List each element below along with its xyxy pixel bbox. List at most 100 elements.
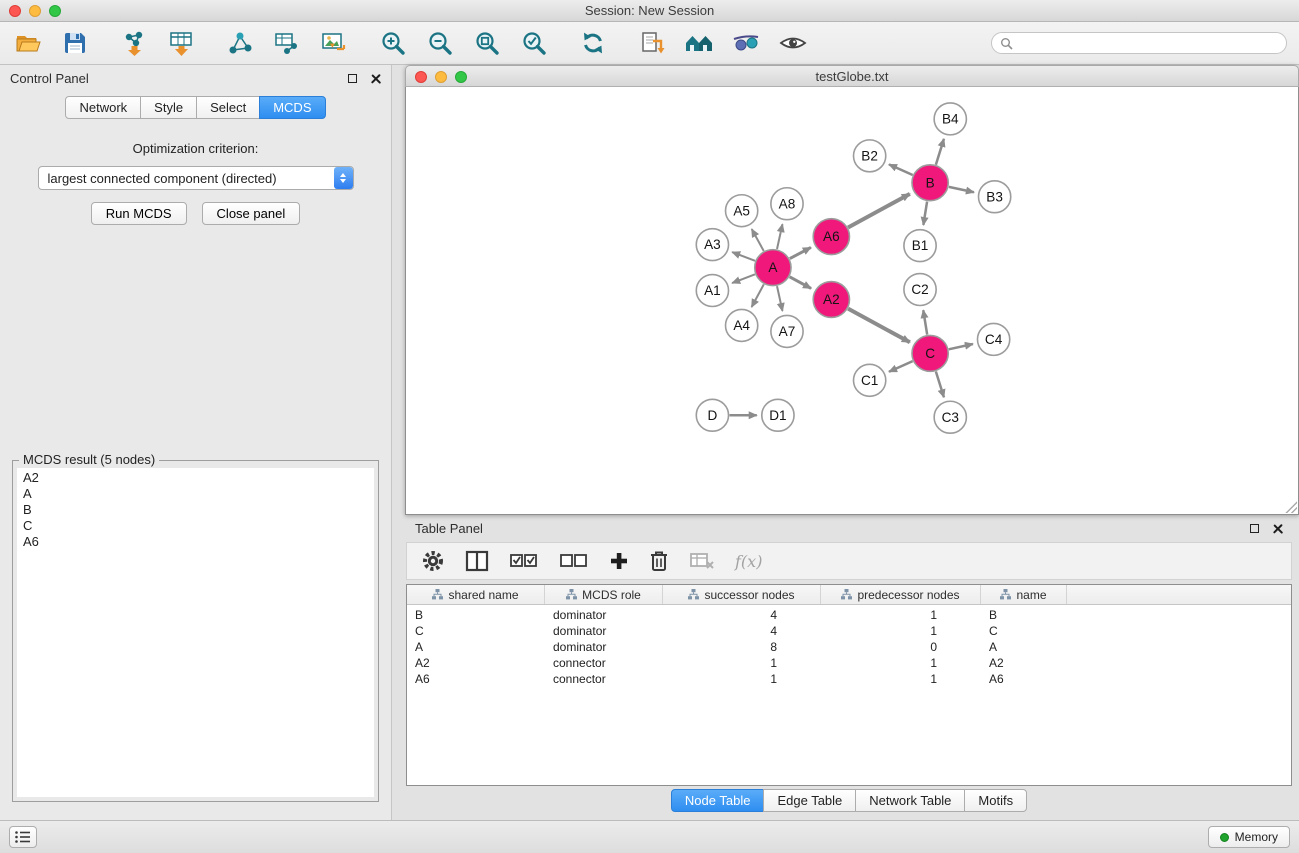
table-cell[interactable]: C — [407, 624, 545, 638]
network-edge[interactable] — [790, 247, 811, 258]
function-builder-button[interactable]: f(x) — [735, 552, 762, 571]
table-cell[interactable]: 8 — [663, 640, 821, 654]
table-cell[interactable]: dominator — [545, 608, 663, 622]
zoom-out-button[interactable] — [424, 27, 456, 59]
float-panel-icon[interactable] — [348, 74, 357, 83]
close-panel-button[interactable]: Close panel — [202, 202, 301, 225]
zoom-network-window-button[interactable] — [455, 71, 467, 83]
deselect-all-button[interactable] — [559, 551, 589, 571]
network-edge[interactable] — [889, 164, 913, 175]
table-cell[interactable]: A2 — [981, 656, 1067, 670]
mcds-result-item[interactable]: C — [23, 518, 368, 534]
network-node[interactable]: A1 — [696, 275, 728, 307]
network-edge[interactable] — [889, 361, 913, 372]
network-graph[interactable]: B4B2BB3A5A8A6B1A3AA1C2A2A4A7C4CC1C3DD1 — [406, 87, 1298, 514]
delete-row-button[interactable] — [649, 549, 669, 573]
apply-layout-button[interactable] — [577, 27, 609, 59]
close-table-panel-icon[interactable] — [1272, 523, 1283, 534]
table-cell[interactable]: B — [981, 608, 1067, 622]
zoom-fit-button[interactable] — [471, 27, 503, 59]
network-node[interactable]: C — [912, 335, 948, 371]
tab-node-table[interactable]: Node Table — [671, 789, 765, 812]
tab-style[interactable]: Style — [140, 96, 197, 119]
network-node[interactable]: A8 — [771, 188, 803, 220]
tab-select[interactable]: Select — [196, 96, 260, 119]
column-header[interactable]: successor nodes — [663, 585, 821, 604]
network-edge[interactable] — [936, 139, 944, 165]
float-table-panel-icon[interactable] — [1250, 524, 1259, 533]
column-header[interactable]: shared name — [407, 585, 545, 604]
search-input[interactable] — [1018, 36, 1278, 50]
table-cell[interactable]: C — [981, 624, 1067, 638]
network-node[interactable]: D1 — [762, 399, 794, 431]
network-node[interactable]: B1 — [904, 230, 936, 262]
network-edge[interactable] — [777, 224, 782, 249]
network-snapshot-button[interactable] — [636, 27, 668, 59]
table-cell[interactable]: A6 — [407, 672, 545, 686]
network-edge[interactable] — [848, 194, 910, 228]
network-edge[interactable] — [732, 252, 755, 261]
network-edge[interactable] — [752, 284, 764, 307]
table-cell[interactable]: 1 — [821, 624, 981, 638]
network-edge[interactable] — [936, 371, 944, 397]
optimization-criterion-dropdown[interactable]: largest connected component (directed) — [38, 166, 354, 190]
table-row[interactable]: Cdominator41C — [407, 623, 1291, 639]
close-network-window-button[interactable] — [415, 71, 427, 83]
table-cell[interactable]: 1 — [821, 672, 981, 686]
network-node[interactable]: A2 — [813, 282, 849, 318]
network-edge[interactable] — [752, 229, 764, 251]
network-node[interactable]: A — [755, 250, 791, 286]
mcds-result-item[interactable]: A6 — [23, 534, 368, 550]
style-glasses-button[interactable] — [730, 27, 762, 59]
tab-network-table[interactable]: Network Table — [855, 789, 965, 812]
close-panel-icon[interactable] — [370, 73, 381, 84]
network-canvas[interactable]: B4B2BB3A5A8A6B1A3AA1C2A2A4A7C4CC1C3DD1 — [405, 87, 1299, 515]
table-cell[interactable]: A2 — [407, 656, 545, 670]
network-node[interactable]: A3 — [696, 229, 728, 261]
birdseye-home-button[interactable] — [683, 27, 715, 59]
resize-grip[interactable] — [1284, 500, 1297, 513]
zoom-window-button[interactable] — [49, 5, 61, 17]
table-cell[interactable]: 4 — [663, 608, 821, 622]
table-cell[interactable]: A — [407, 640, 545, 654]
import-network-button[interactable] — [118, 27, 150, 59]
column-header[interactable]: name — [981, 585, 1067, 604]
tab-edge-table[interactable]: Edge Table — [763, 789, 856, 812]
network-node[interactable]: A7 — [771, 315, 803, 347]
zoom-in-button[interactable] — [377, 27, 409, 59]
table-cell[interactable]: dominator — [545, 624, 663, 638]
table-cell[interactable]: 0 — [821, 640, 981, 654]
task-history-button[interactable] — [9, 826, 37, 848]
delete-table-button[interactable] — [689, 550, 715, 572]
network-node[interactable]: C4 — [977, 323, 1009, 355]
network-edge[interactable] — [848, 309, 910, 343]
network-node[interactable]: A5 — [726, 195, 758, 227]
show-hide-button[interactable] — [777, 27, 809, 59]
column-header[interactable]: predecessor nodes — [821, 585, 981, 604]
run-mcds-button[interactable]: Run MCDS — [91, 202, 187, 225]
network-node[interactable]: B4 — [934, 103, 966, 135]
mcds-result-list[interactable]: A2ABCA6 — [17, 468, 374, 797]
network-node[interactable]: C1 — [854, 364, 886, 396]
network-node[interactable]: A6 — [813, 219, 849, 255]
import-table-button[interactable] — [165, 27, 197, 59]
zoom-selected-button[interactable] — [518, 27, 550, 59]
column-header[interactable]: MCDS role — [545, 585, 663, 604]
network-node[interactable]: D — [696, 399, 728, 431]
mcds-result-item[interactable]: A2 — [23, 470, 368, 486]
tab-motifs[interactable]: Motifs — [964, 789, 1027, 812]
tab-network[interactable]: Network — [65, 96, 141, 119]
select-all-button[interactable] — [509, 551, 539, 571]
table-cell[interactable]: 1 — [821, 656, 981, 670]
table-row[interactable]: A2connector11A2 — [407, 655, 1291, 671]
network-edge[interactable] — [732, 274, 755, 283]
table-cell[interactable]: 1 — [663, 656, 821, 670]
table-cell[interactable]: 4 — [663, 624, 821, 638]
add-row-button[interactable] — [609, 551, 629, 571]
table-cell[interactable]: A — [981, 640, 1067, 654]
mcds-result-item[interactable]: B — [23, 502, 368, 518]
network-edge[interactable] — [923, 202, 927, 225]
network-node[interactable]: B2 — [854, 140, 886, 172]
table-row[interactable]: Bdominator41B — [407, 607, 1291, 623]
table-cell[interactable]: connector — [545, 672, 663, 686]
